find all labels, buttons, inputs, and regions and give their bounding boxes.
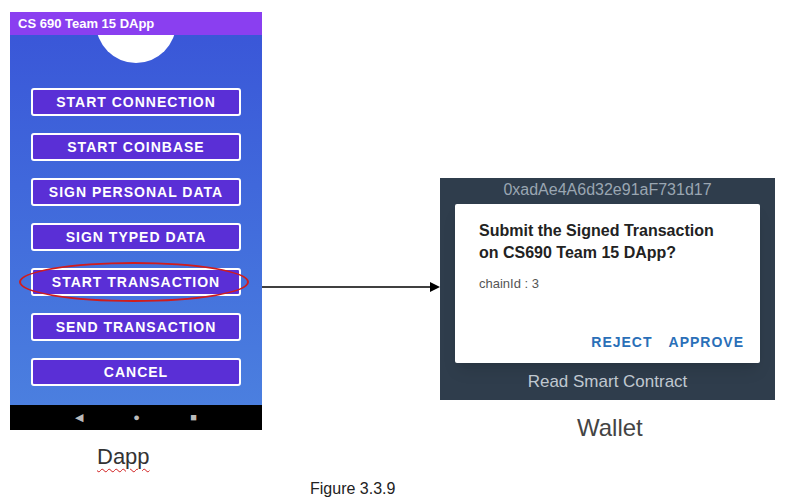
dapp-button[interactable]: START CONNECTION <box>31 88 241 116</box>
read-contract-button[interactable]: Read Smart Contract <box>528 369 688 395</box>
dapp-caption: Dapp <box>97 440 150 473</box>
dialog-title: Submit the Signed Transaction on CS690 T… <box>479 220 736 264</box>
dapp-button[interactable]: SEND TRANSACTION <box>31 313 241 341</box>
button-list: START CONNECTION START COINBASE SIGN PERSO… <box>31 88 241 386</box>
nav-icon[interactable]: ● <box>133 412 140 423</box>
app-body: START CONNECTION START COINBASE SIGN PERSO… <box>10 35 262 405</box>
nav-bar: ◀ ● ■ <box>10 405 262 430</box>
highlight-ellipse <box>19 262 249 302</box>
wallet-screenshot: 0xadAe4A6d32e91aF731d17 Submit the Signed… <box>440 178 775 400</box>
button-wrap: START CONNECTION <box>31 88 241 116</box>
dapp-button[interactable]: START COINBASE <box>31 133 241 161</box>
confirm-dialog: Submit the Signed Transaction on CS690 T… <box>455 204 760 363</box>
dialog-body: chainId : 3 <box>479 274 736 294</box>
button-wrap: SIGN PERSONAL DATA <box>31 178 241 206</box>
dapp-button[interactable]: SIGN TYPED DATA <box>31 223 241 251</box>
button-wrap: SIGN TYPED DATA <box>31 223 241 251</box>
dapp-button[interactable]: SIGN PERSONAL DATA <box>31 178 241 206</box>
arrow-icon <box>262 280 442 294</box>
button-wrap: START COINBASE <box>31 133 241 161</box>
dialog-button[interactable]: REJECT <box>591 332 652 353</box>
dialog-buttons: REJECT APPROVE <box>479 332 744 353</box>
figure-caption: Figure 3.3.9 <box>310 477 395 501</box>
wallet-address: 0xadAe4A6d32e91aF731d17 <box>503 180 711 200</box>
dapp-button[interactable]: CANCEL <box>31 358 241 386</box>
dapp-button[interactable]: START TRANSACTION <box>31 268 241 296</box>
button-wrap: START TRANSACTION <box>31 268 241 296</box>
wallet-caption: Wallet <box>577 410 643 446</box>
app-title-bar: CS 690 Team 15 DApp <box>10 12 262 35</box>
nav-icon[interactable]: ■ <box>190 412 197 423</box>
dialog-button[interactable]: APPROVE <box>669 332 744 353</box>
logo-icon <box>10 35 262 65</box>
button-wrap: CANCEL <box>31 358 241 386</box>
nav-icon[interactable]: ◀ <box>75 412 83 423</box>
dapp-screenshot: CS 690 Team 15 DAppSTART CONNECTIONSTART… <box>10 12 262 430</box>
button-wrap: SEND TRANSACTION <box>31 313 241 341</box>
